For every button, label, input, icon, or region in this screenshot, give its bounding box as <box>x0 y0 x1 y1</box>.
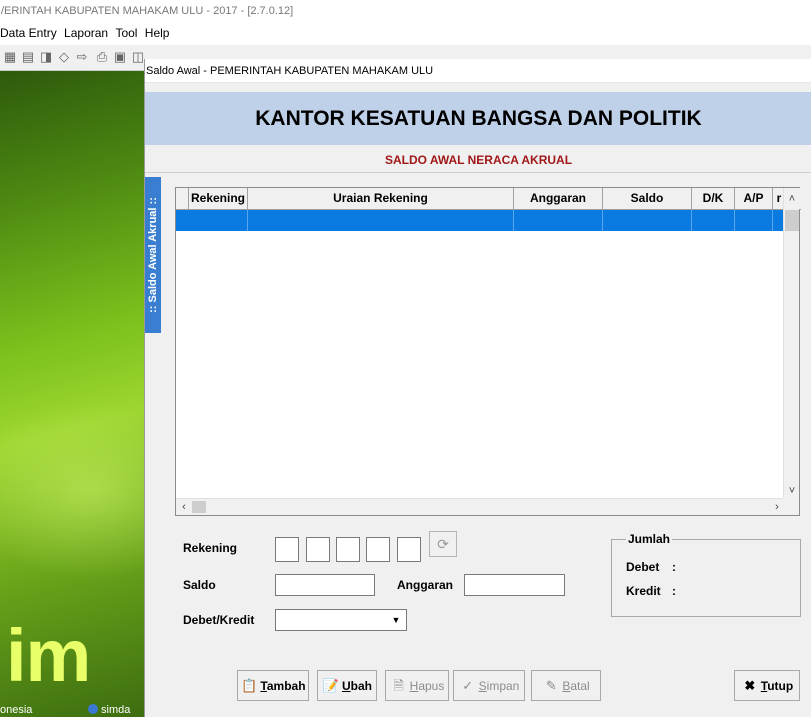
kredit-label: Kredit <box>626 584 661 598</box>
cell-dk[interactable] <box>692 210 735 231</box>
simpan-button[interactable]: ✓ Simpan <box>453 670 525 701</box>
footer-left-text: onesia <box>0 704 33 716</box>
side-tab-saldo-awal-akrual[interactable]: :: Saldo Awal Akrual :: <box>145 177 161 333</box>
anggaran-input[interactable] <box>464 574 565 596</box>
jumlah-legend: Jumlah <box>626 532 673 546</box>
toolbar-export-icon[interactable]: ◨ <box>38 49 54 65</box>
scroll-corner <box>783 498 799 515</box>
dialog-title: Saldo Awal - PEMERINTAH KABUPATEN MAHAKA… <box>146 65 434 77</box>
toolbar-print2-icon[interactable]: ⎙ <box>94 49 110 65</box>
app-title-bar: /ERINTAH KABUPATEN MAHAKAM ULU - 2017 - … <box>0 0 811 22</box>
saldo-input[interactable] <box>275 574 375 596</box>
rekening-segment-3[interactable] <box>336 537 360 562</box>
form-title: SALDO AWAL NERACA AKRUAL <box>384 153 573 167</box>
add-record-icon: 📋 <box>241 678 258 693</box>
col-header-ap[interactable]: A/P <box>735 188 773 209</box>
side-tab-label: :: Saldo Awal Akrual :: <box>147 197 159 313</box>
scroll-left-icon[interactable]: ‹ <box>176 499 192 515</box>
desktop-background: im <box>0 71 144 717</box>
rekening-segment-1[interactable] <box>275 537 299 562</box>
tambah-button[interactable]: 📋 Tambah <box>237 670 309 701</box>
cell-ap[interactable] <box>735 210 773 231</box>
batal-button[interactable]: ✎ Batal <box>531 670 601 701</box>
checkmark-icon: ✓ <box>462 678 474 693</box>
org-header: KANTOR KESATUAN BANGSA DAN POLITIK <box>145 92 811 145</box>
chevron-down-icon[interactable]: ▼ <box>388 612 404 628</box>
horizontal-scrollbar[interactable]: ‹ › <box>176 498 785 515</box>
cancel-icon: ✎ <box>545 678 557 693</box>
toolbar-print-icon[interactable]: ▦ <box>2 49 18 65</box>
col-header-uraian-rekening[interactable]: Uraian Rekening <box>248 188 514 209</box>
debet-kredit-label: Debet/Kredit <box>183 613 255 627</box>
rekening-label: Rekening <box>183 541 238 555</box>
vertical-scroll-thumb[interactable] <box>785 210 799 231</box>
footer-right: simda <box>88 704 130 716</box>
close-icon: ✖ <box>744 678 756 693</box>
grid-header-indicator <box>176 188 189 209</box>
saldo-awal-dialog: Saldo Awal - PEMERINTAH KABUPATEN MAHAKA… <box>144 59 811 717</box>
scroll-down-icon[interactable]: ˅ <box>784 483 800 499</box>
cell-saldo[interactable] <box>603 210 692 231</box>
background-footer: onesia simda <box>0 704 144 717</box>
menu-tool[interactable]: Tool <box>115 22 137 44</box>
menu-laporan[interactable]: Laporan <box>64 22 108 44</box>
delete-record-icon: 🗎 <box>393 678 404 693</box>
toolbar-erase-icon[interactable]: ◇ <box>56 49 72 65</box>
ubah-button[interactable]: 📝 Ubah <box>317 670 377 701</box>
jumlah-groupbox: Jumlah Debet : Kredit : <box>611 532 801 617</box>
debet-kredit-select[interactable]: ▼ <box>275 609 407 631</box>
scroll-up-icon[interactable]: ˄ <box>784 191 800 207</box>
rekening-lookup-button[interactable]: ⟳ <box>429 531 457 557</box>
cell-uraian-rekening[interactable] <box>248 210 514 231</box>
org-name: KANTOR KESATUAN BANGSA DAN POLITIK <box>255 107 702 130</box>
col-header-anggaran[interactable]: Anggaran <box>514 188 603 209</box>
debet-label: Debet <box>626 560 660 574</box>
menu-data-entry[interactable]: Data Entry <box>0 22 57 44</box>
vertical-scrollbar[interactable]: ˄ ˅ <box>783 188 799 499</box>
menu-help[interactable]: Help <box>145 22 170 44</box>
cell-anggaran[interactable] <box>514 210 603 231</box>
footer-right-text: simda <box>101 704 131 716</box>
table-row[interactable] <box>176 210 785 231</box>
col-header-saldo[interactable]: Saldo <box>603 188 692 209</box>
saldo-grid[interactable]: Rekening Uraian Rekening Anggaran Saldo … <box>175 187 801 516</box>
saldo-label: Saldo <box>183 578 216 592</box>
background-swoosh <box>0 401 144 581</box>
debet-colon: : <box>672 560 676 574</box>
app-title: /ERINTAH KABUPATEN MAHAKAM ULU - 2017 - … <box>1 5 294 17</box>
hapus-button[interactable]: 🗎 Hapus <box>385 670 449 701</box>
rekening-segment-4[interactable] <box>366 537 390 562</box>
anggaran-label: Anggaran <box>397 578 454 592</box>
toolbar-copy-icon[interactable]: ▣ <box>112 49 128 65</box>
dialog-title-bar[interactable]: Saldo Awal - PEMERINTAH KABUPATEN MAHAKA… <box>145 59 811 83</box>
cell-rekening[interactable] <box>189 210 248 231</box>
grid-header: Rekening Uraian Rekening Anggaran Saldo … <box>176 188 801 210</box>
menu-bar: Data Entry Laporan Tool Help <box>0 22 811 44</box>
edit-record-icon: 📝 <box>322 678 340 693</box>
col-header-dk[interactable]: D/K <box>692 188 735 209</box>
globe-icon <box>88 704 98 714</box>
rekening-segment-2[interactable] <box>306 537 330 562</box>
refresh-icon: ⟳ <box>437 536 449 552</box>
brand-logo-text: im <box>6 614 91 697</box>
horizontal-scroll-thumb[interactable] <box>192 501 206 513</box>
toolbar-preview-icon[interactable]: ▤ <box>20 49 36 65</box>
rekening-segment-5[interactable] <box>397 537 421 562</box>
toolbar-forward-icon[interactable]: ⇨ <box>74 49 90 65</box>
form-title-band: SALDO AWAL NERACA AKRUAL <box>145 148 811 173</box>
kredit-colon: : <box>672 584 676 598</box>
col-header-rekening[interactable]: Rekening <box>189 188 248 209</box>
tutup-button[interactable]: ✖ Tutup <box>734 670 800 701</box>
